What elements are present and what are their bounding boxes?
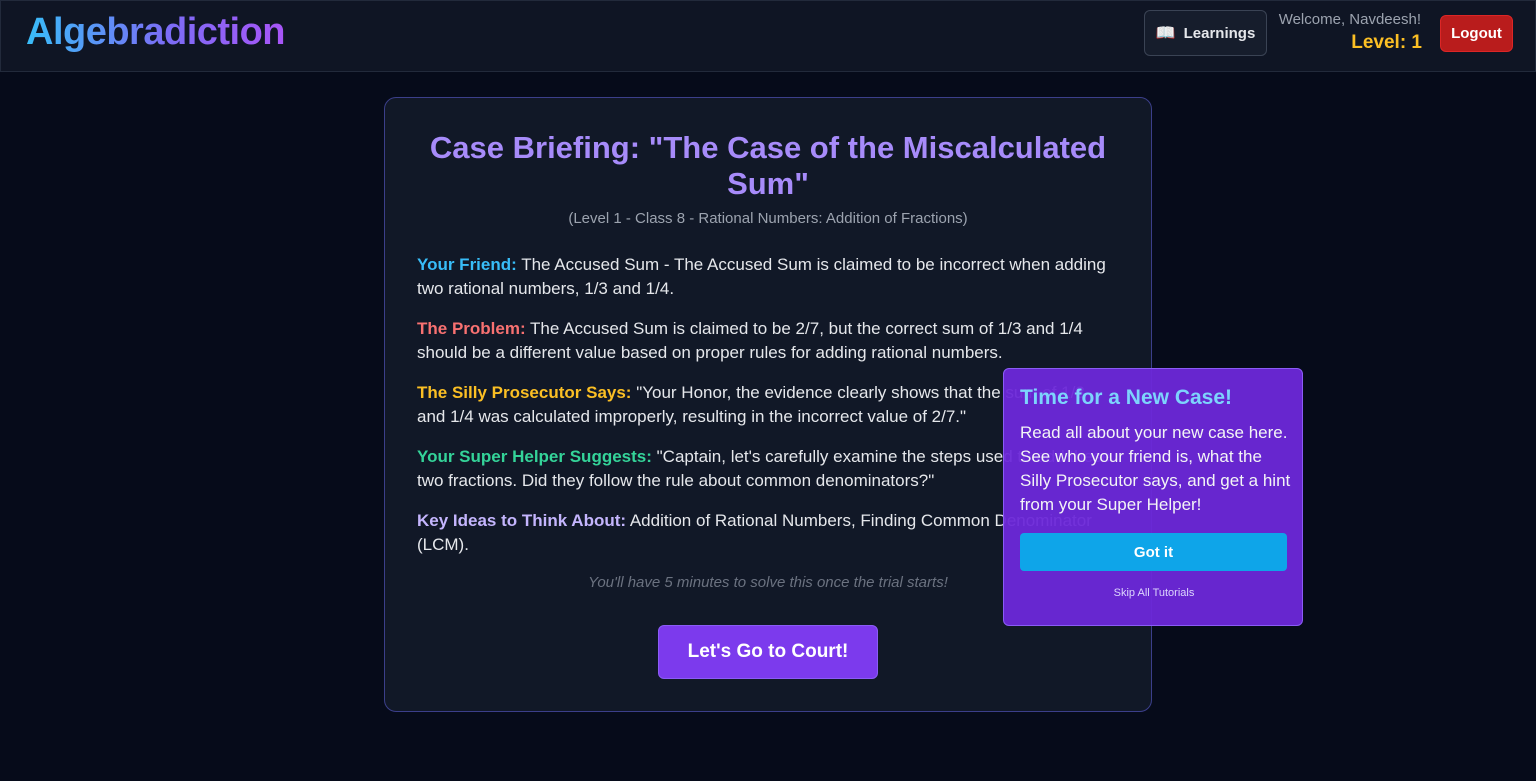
friend-paragraph: Your Friend: The Accused Sum - The Accus…: [417, 253, 1117, 301]
skip-tutorials-link[interactable]: Skip All Tutorials: [1004, 587, 1304, 599]
welcome-text: Welcome, Navdeesh!: [1278, 11, 1421, 28]
helper-label: Your Super Helper Suggests:: [417, 447, 652, 466]
top-navbar: Algebradiction 📖 Learnings Welcome, Navd…: [0, 0, 1536, 72]
case-subtitle: (Level 1 - Class 8 - Rational Numbers: A…: [568, 210, 968, 227]
learnings-label: Learnings: [1183, 24, 1256, 42]
got-it-button[interactable]: Got it: [1020, 533, 1287, 571]
tutorial-popover: Time for a New Case! Read all about your…: [1003, 368, 1303, 626]
go-to-court-button[interactable]: Let's Go to Court!: [658, 625, 878, 679]
tutorial-title: Time for a New Case!: [1020, 386, 1233, 409]
prosecutor-label: The Silly Prosecutor Says:: [417, 383, 632, 402]
friend-label: Your Friend:: [417, 255, 517, 274]
book-icon: 📖: [1155, 25, 1176, 42]
level-indicator: Level: 1: [1351, 32, 1422, 53]
problem-paragraph: The Problem: The Accused Sum is claimed …: [417, 317, 1117, 365]
case-title: Case Briefing: "The Case of the Miscalcu…: [429, 130, 1107, 201]
tutorial-body: Read all about your new case here. See w…: [1020, 423, 1291, 514]
learnings-button[interactable]: 📖 Learnings: [1144, 10, 1267, 56]
friend-text: The Accused Sum - The Accused Sum is cla…: [417, 255, 1106, 298]
problem-label: The Problem:: [417, 319, 526, 338]
app-logo[interactable]: Algebradiction: [26, 11, 286, 54]
logout-button[interactable]: Logout: [1440, 15, 1513, 52]
key-ideas-label: Key Ideas to Think About:: [417, 511, 627, 530]
